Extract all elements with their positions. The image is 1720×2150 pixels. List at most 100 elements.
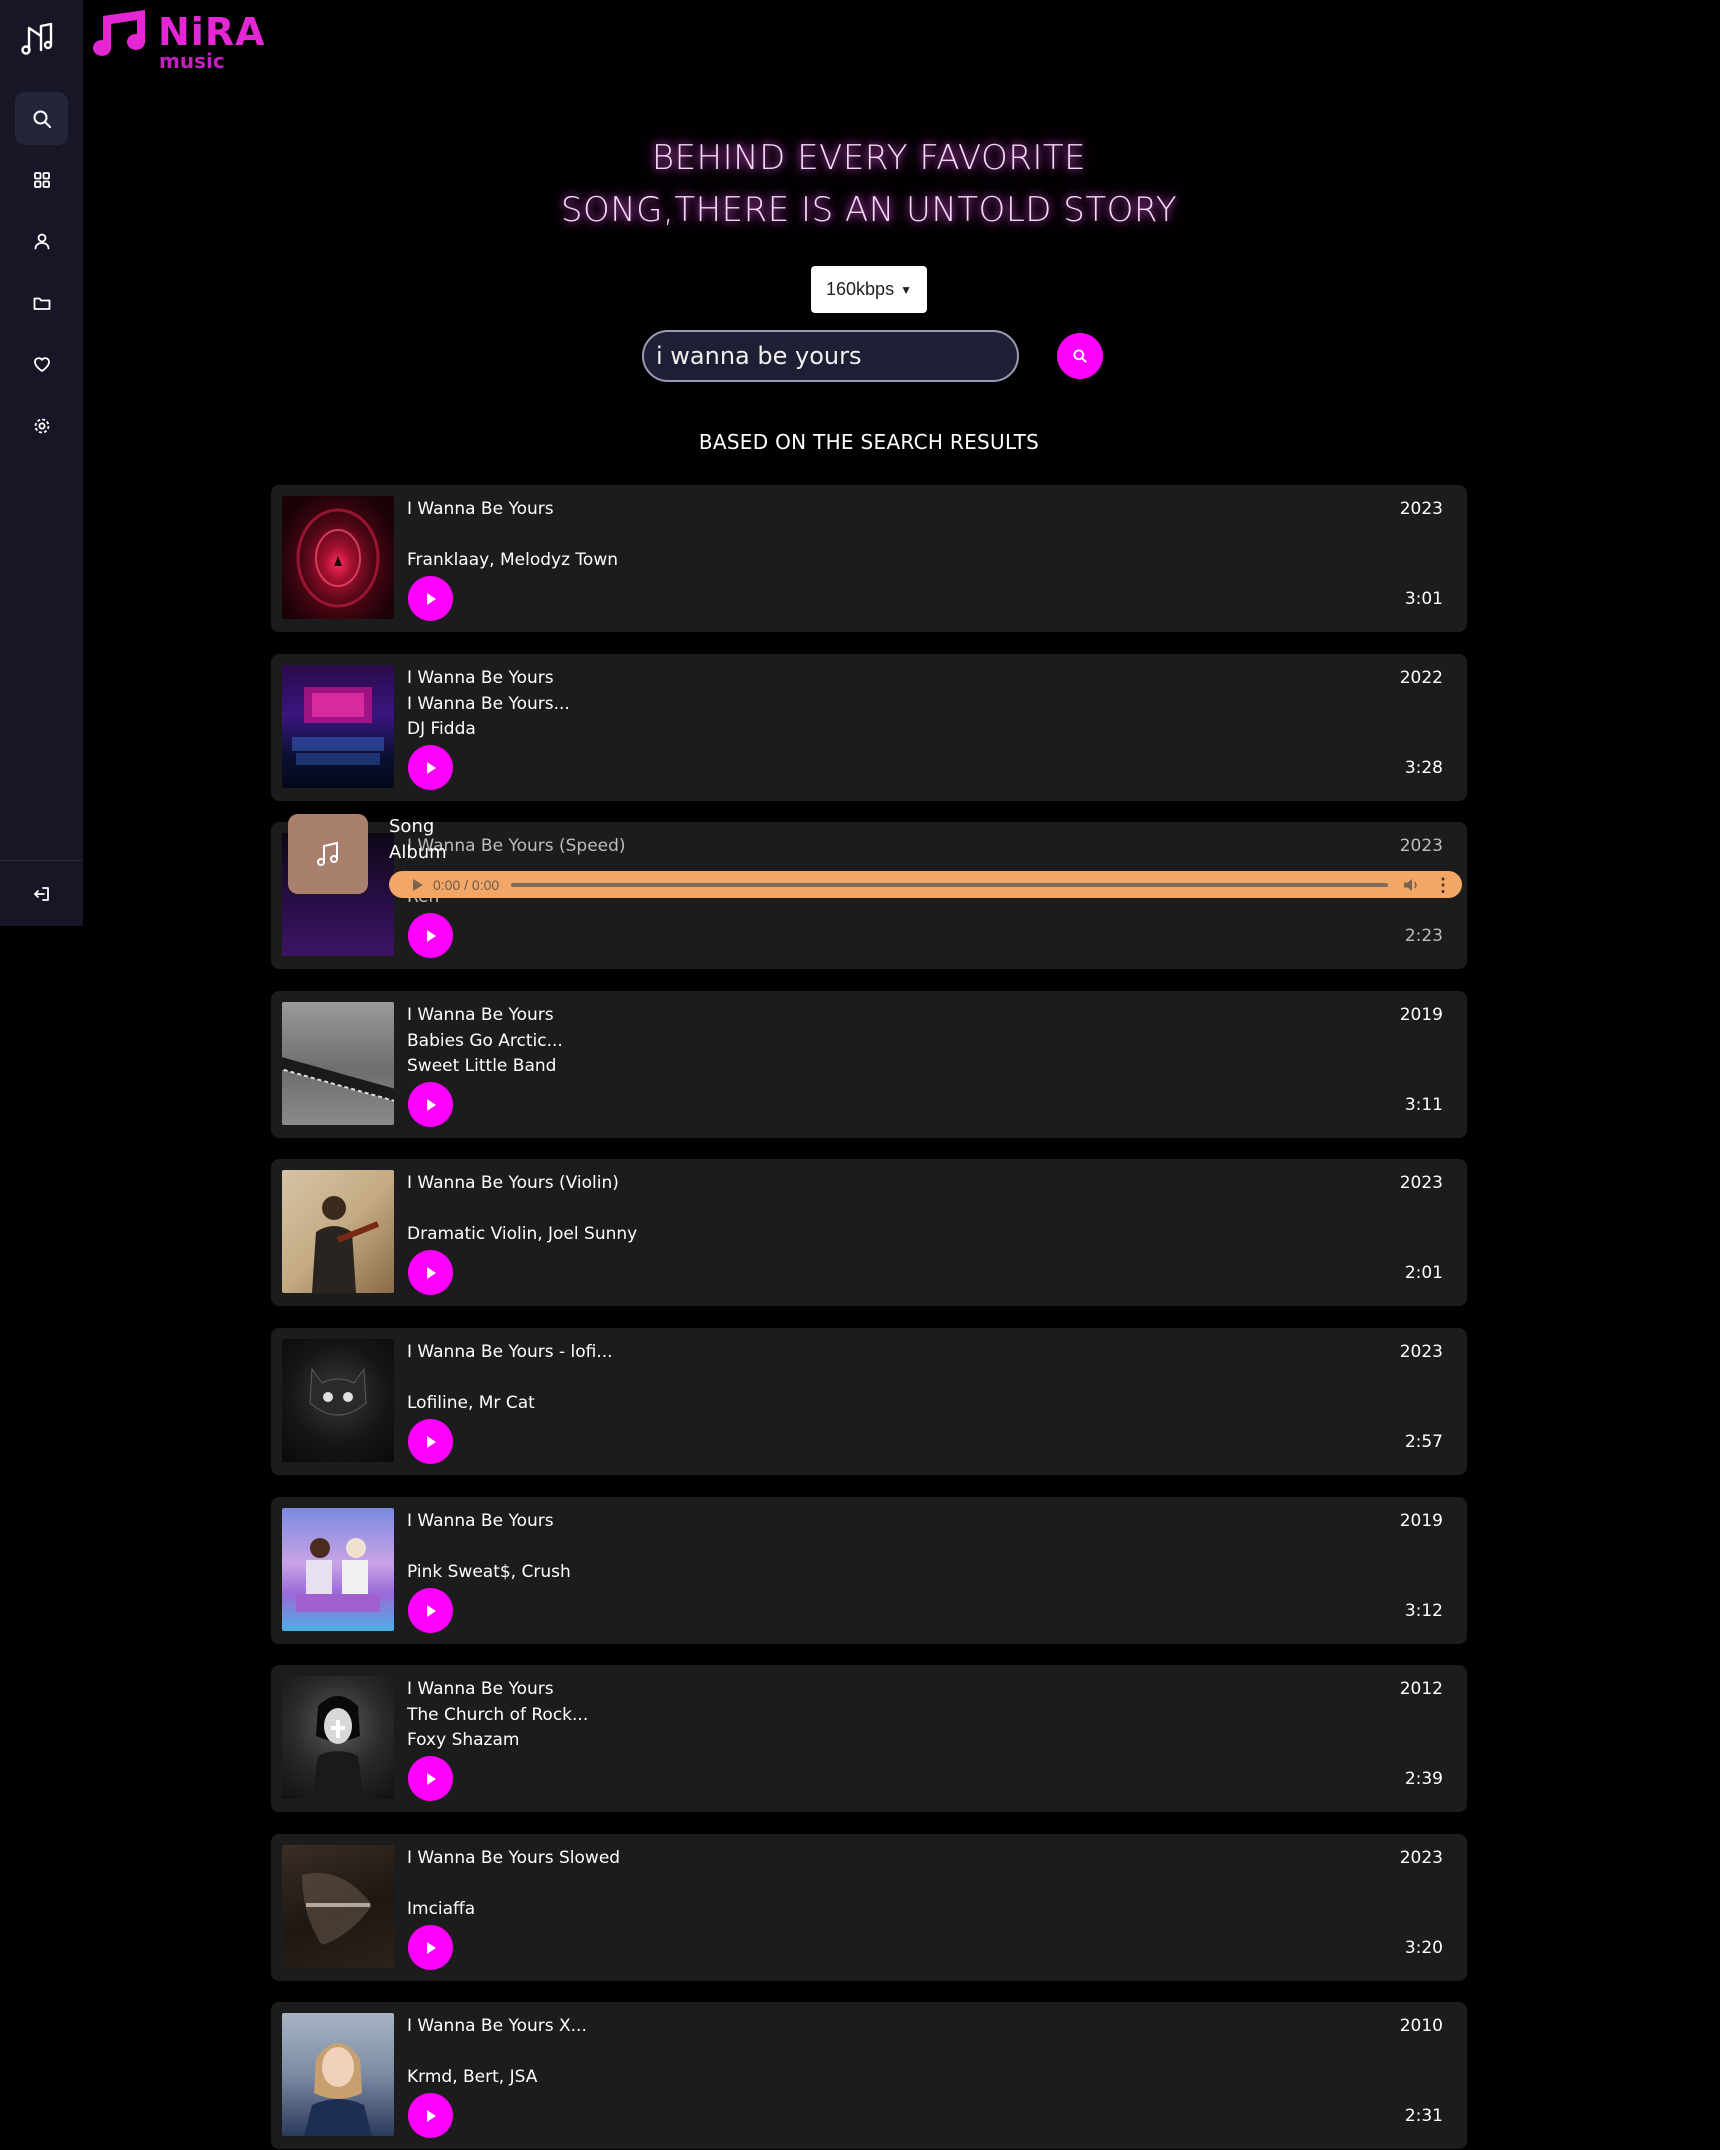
song-title: I Wanna Be Yours xyxy=(407,1511,554,1531)
play-button[interactable] xyxy=(408,745,453,790)
song-artist: Foxy Shazam xyxy=(407,1730,520,1750)
result-card[interactable]: I Wanna Be Yours - lofi... Lofiline, Mr … xyxy=(271,1328,1467,1475)
result-card[interactable]: I Wanna Be Yours The Church of Rock... F… xyxy=(271,1665,1467,1812)
play-icon xyxy=(426,2109,436,2122)
bitrate-value: 160kbps xyxy=(826,279,895,299)
folder-icon xyxy=(33,297,50,310)
play-button[interactable] xyxy=(408,1925,453,1970)
sidebar-item-favorites[interactable] xyxy=(15,337,68,390)
song-title: I Wanna Be Yours xyxy=(407,1005,554,1025)
song-year: 2012 xyxy=(1399,1679,1443,1699)
play-button[interactable] xyxy=(408,576,453,621)
audio-player[interactable]: 0:00 / 0:00 ⋮ xyxy=(389,871,1462,898)
hero-line-1: BEHIND EVERY FAVORITE xyxy=(651,138,1087,178)
song-artist: Lofiline, Mr Cat xyxy=(407,1393,535,1413)
song-duration: 2:57 xyxy=(1404,1432,1443,1452)
brand-logo[interactable]: NiRA music xyxy=(85,8,265,73)
result-card[interactable]: I Wanna Be Yours (Violin) Dramatic Violi… xyxy=(271,1159,1467,1306)
play-icon xyxy=(426,1604,436,1617)
volume-icon[interactable] xyxy=(1402,876,1420,894)
song-title: I Wanna Be Yours xyxy=(407,499,554,519)
album-cover xyxy=(282,1508,394,1631)
album-cover xyxy=(282,1170,394,1293)
audio-play-icon[interactable] xyxy=(413,878,423,891)
song-year: 2022 xyxy=(1399,668,1443,688)
heart-icon xyxy=(33,356,50,372)
logout-icon xyxy=(33,886,49,901)
song-artist: DJ Fidda xyxy=(407,719,476,739)
song-duration: 2:31 xyxy=(1404,2106,1443,2126)
brand-sub: music xyxy=(159,49,225,73)
bitrate-select[interactable]: 160kbps ▼ xyxy=(811,266,927,313)
chevron-down-icon: ▼ xyxy=(900,282,912,297)
search-input-value: i wanna be yours xyxy=(656,342,862,370)
play-button[interactable] xyxy=(408,1756,453,1801)
sidebar-item-library[interactable] xyxy=(15,276,68,329)
hero-line-2: SONG,THERE IS AN UNTOLD STORY xyxy=(560,190,1178,230)
play-icon xyxy=(426,929,436,942)
search-input[interactable]: i wanna be yours xyxy=(642,330,1019,382)
song-title: I Wanna Be Yours (Violin) xyxy=(407,1173,619,1193)
album-cover xyxy=(282,1676,394,1799)
song-year: 2019 xyxy=(1399,1511,1443,1531)
now-playing-song: Song xyxy=(389,816,435,837)
song-year: 2019 xyxy=(1399,1005,1443,1025)
song-artist: Pink Sweat$, Crush xyxy=(407,1562,571,1582)
song-year: 2023 xyxy=(1399,1342,1443,1362)
play-button[interactable] xyxy=(408,2093,453,2138)
play-icon xyxy=(426,761,436,774)
audio-time: 0:00 / 0:00 xyxy=(433,876,500,893)
play-icon xyxy=(426,1941,436,1954)
song-artist: Imciaffa xyxy=(407,1899,476,1919)
result-card[interactable]: I Wanna Be Yours X... Krmd, Bert, JSA 20… xyxy=(271,2002,1467,2149)
music-note-icon xyxy=(317,841,338,866)
result-card[interactable]: I Wanna Be Yours I Wanna Be Yours... DJ … xyxy=(271,654,1467,801)
play-icon xyxy=(426,592,436,605)
play-icon xyxy=(426,1435,436,1448)
song-album: The Church of Rock... xyxy=(407,1705,589,1725)
song-artist: Krmd, Bert, JSA xyxy=(407,2067,538,2087)
results-heading: BASED ON THE SEARCH RESULTS xyxy=(698,430,1040,454)
song-title: I Wanna Be Yours xyxy=(407,1679,554,1699)
result-card[interactable]: I Wanna Be Yours Babies Go Arctic... Swe… xyxy=(271,991,1467,1138)
song-year: 2023 xyxy=(1399,1848,1443,1868)
result-card[interactable]: I Wanna Be Yours Pink Sweat$, Crush 2019… xyxy=(271,1497,1467,1644)
song-artist: Dramatic Violin, Joel Sunny xyxy=(407,1224,638,1244)
song-artist: Franklaay, Melodyz Town xyxy=(407,550,618,570)
play-button[interactable] xyxy=(408,1588,453,1633)
album-cover xyxy=(282,1002,394,1125)
song-duration: 3:01 xyxy=(1404,589,1443,609)
song-duration: 3:11 xyxy=(1404,1095,1443,1115)
audio-progress-bar[interactable] xyxy=(511,882,1388,887)
song-title: I Wanna Be Yours xyxy=(407,668,554,688)
more-icon[interactable]: ⋮ xyxy=(1434,876,1452,894)
play-icon xyxy=(426,1098,436,1111)
search-icon xyxy=(1073,349,1087,363)
search-icon xyxy=(33,110,51,128)
song-duration: 3:28 xyxy=(1404,758,1443,778)
now-playing-album: Album xyxy=(389,842,447,863)
search-button[interactable] xyxy=(1057,333,1103,379)
play-button[interactable] xyxy=(408,1419,453,1464)
brand-name: NiRA xyxy=(158,10,266,54)
song-year: 2023 xyxy=(1399,499,1443,519)
song-title: I Wanna Be Yours - lofi... xyxy=(407,1342,613,1362)
album-cover xyxy=(282,1845,394,1968)
album-cover xyxy=(282,665,394,788)
app-logo-icon[interactable] xyxy=(20,20,56,56)
result-card[interactable]: I Wanna Be Yours Franklaay, Melodyz Town… xyxy=(271,485,1467,632)
song-album: Babies Go Arctic... xyxy=(407,1031,563,1051)
play-button[interactable] xyxy=(408,1250,453,1295)
song-album: I Wanna Be Yours... xyxy=(407,694,570,714)
song-year: 2010 xyxy=(1399,2016,1443,2036)
result-card[interactable]: I Wanna Be Yours Slowed Imciaffa 2023 3:… xyxy=(271,1834,1467,1981)
song-duration: 3:12 xyxy=(1404,1601,1443,1621)
song-duration: 2:01 xyxy=(1404,1263,1443,1283)
play-button[interactable] xyxy=(408,913,453,958)
logout-button[interactable] xyxy=(0,860,83,926)
song-duration: 3:20 xyxy=(1404,1938,1443,1958)
now-playing-thumbnail[interactable] xyxy=(288,814,368,894)
music-note-logo-icon xyxy=(93,10,145,56)
play-button[interactable] xyxy=(408,1082,453,1127)
song-duration: 2:23 xyxy=(1404,926,1443,946)
